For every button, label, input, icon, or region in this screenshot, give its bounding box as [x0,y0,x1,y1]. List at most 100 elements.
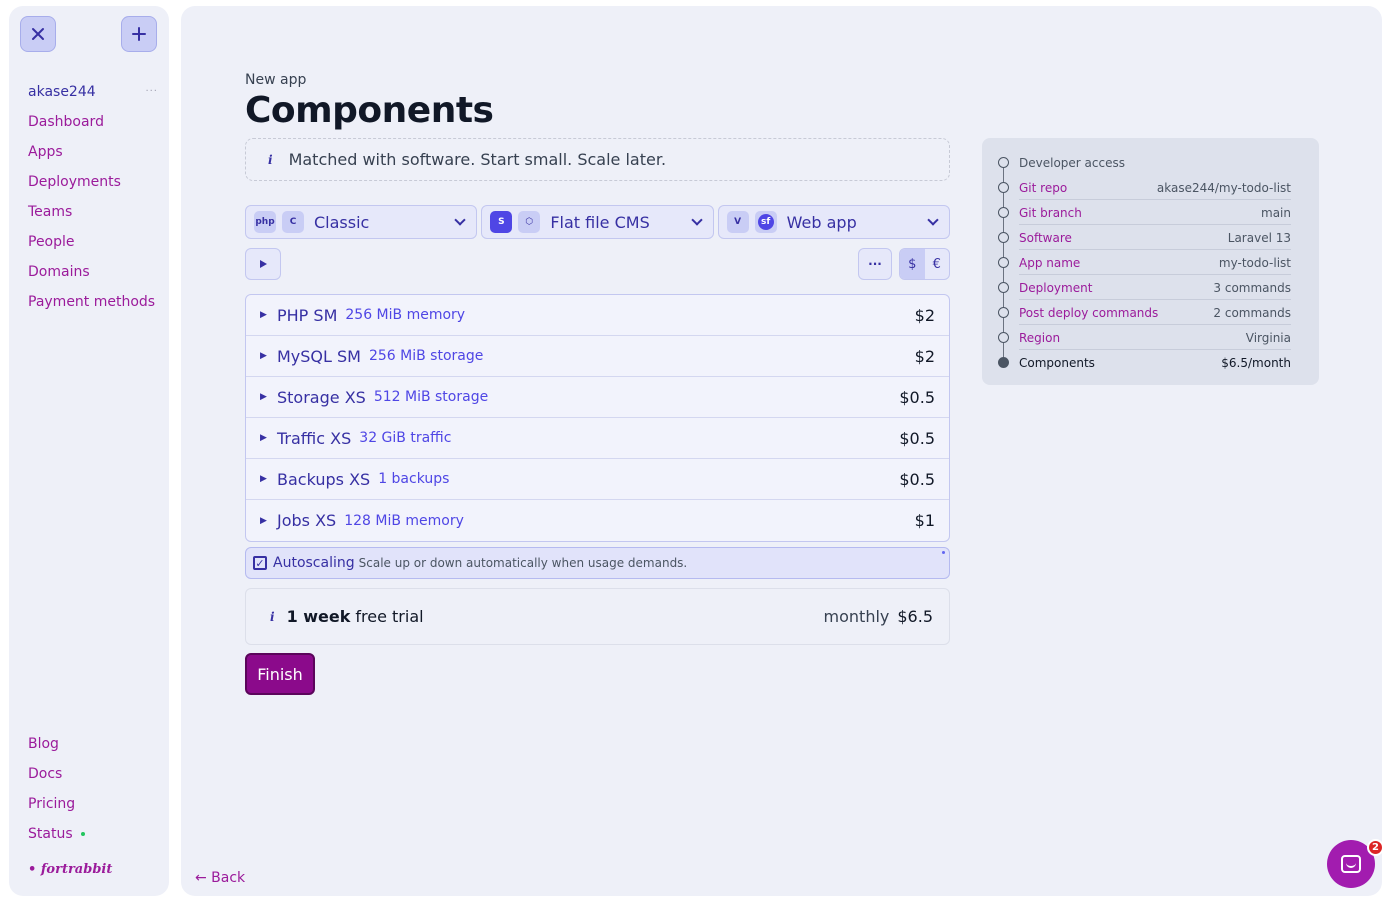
user-menu-icon[interactable]: ··· [145,77,158,107]
component-row[interactable]: ▶ MySQL SM 256 MiB storage $2 [246,336,949,377]
preset-selects: php C Classic S ⬡ Flat file CMS V sf Web… [245,205,950,239]
chevron-down-icon [454,214,466,226]
summary-link-git-repo[interactable]: Git repo [1019,181,1067,195]
component-row[interactable]: ▶ PHP SM 256 MiB memory $2 [246,295,949,336]
step-circle-icon [998,232,1009,243]
component-detail: 256 MiB memory [345,307,466,323]
laravel-icon: V [726,211,749,233]
summary-value: main [1261,205,1291,220]
summary-row-region: Region Virginia [997,325,1291,350]
sidebar-item-dashboard[interactable]: Dashboard [28,107,158,137]
play-icon [259,260,267,268]
sidebar-user[interactable]: akase244 ··· [28,77,158,107]
info-icon: i [268,152,273,167]
step-circle-icon [998,157,1009,168]
component-price: $2 [914,305,935,325]
expand-triangle-icon: ▶ [260,392,267,402]
step-circle-icon [998,182,1009,193]
component-name: Traffic XS [277,428,352,448]
select-flat-file-cms-label: Flat file CMS [550,212,650,232]
autoscaling-label[interactable]: Autoscaling [273,555,355,571]
footer-link-docs[interactable]: Docs [28,759,158,789]
close-button[interactable] [20,16,56,52]
expand-triangle-icon: ▶ [260,474,267,484]
trial-summary: i 1 week free trial monthly $6.5 [245,588,950,645]
component-name: Storage XS [277,387,366,407]
sidebar-item-deployments[interactable]: Deployments [28,167,158,197]
symfony-icon-glyph: sf [757,214,774,230]
component-price: $2 [914,346,935,366]
finish-button[interactable]: Finish [245,653,315,695]
expand-triangle-icon: ▶ [260,433,267,443]
sidebar-item-teams[interactable]: Teams [28,197,158,227]
add-button[interactable] [121,16,157,52]
c-icon: C [282,211,304,233]
summary-value: Laravel 13 [1227,230,1291,245]
component-name: Jobs XS [277,511,337,530]
sidebar-item-domains[interactable]: Domains [28,257,158,287]
billing-cycle: monthly [823,607,890,626]
footer-link-status[interactable]: Status [28,819,158,849]
summary-value: 2 commands [1213,305,1291,320]
sidebar-item-payment-methods[interactable]: Payment methods [28,287,158,317]
expand-all-button[interactable] [245,248,281,280]
summary-label: Developer access [1019,155,1125,170]
component-price: $0.5 [899,469,935,489]
summary-label-current: Components [1019,355,1095,370]
component-price: $0.5 [899,428,935,448]
summary-value: 3 commands [1213,280,1291,295]
sidebar-nav: akase244 ··· Dashboard Apps Deployments … [28,77,158,317]
info-icon: i [270,609,275,624]
corner-dot-icon [942,551,945,554]
step-circle-icon [998,257,1009,268]
component-row[interactable]: ▶ Storage XS 512 MiB storage $0.5 [246,377,949,418]
breadcrumb: New app [245,72,307,88]
summary-row-developer-access: Developer access [997,150,1291,175]
component-name: PHP SM [277,305,338,325]
currency-toggle: $ € [899,248,950,280]
footer-link-blog[interactable]: Blog [28,729,158,759]
summary-row-git-repo: Git repo akase244/my-todo-list [997,175,1291,200]
autoscaling-option: ✓ Autoscaling Scale up or down automatic… [245,547,950,579]
component-price: $1 [914,511,935,530]
main-panel: New app Components i Matched with softwa… [181,6,1382,896]
total-price: $6.5 [897,607,933,626]
trial-label: free trial [355,607,424,626]
sidebar-item-people[interactable]: People [28,227,158,257]
summary-row-git-branch: Git branch main [997,200,1291,225]
more-options-button[interactable]: ··· [858,248,892,280]
component-detail: 512 MiB storage [373,389,489,405]
info-banner: i Matched with software. Start small. Sc… [245,138,950,181]
autoscaling-checkbox[interactable]: ✓ [253,556,267,570]
sidebar: akase244 ··· Dashboard Apps Deployments … [9,6,169,896]
select-web-app[interactable]: V sf Web app [717,205,950,239]
summary-link-software[interactable]: Software [1019,231,1072,245]
component-detail: 128 MiB memory [344,512,464,529]
currency-usd-button[interactable]: $ [900,249,925,279]
component-row[interactable]: ▶ Jobs XS 128 MiB memory $1 [246,500,949,541]
summary-link-app-name[interactable]: App name [1019,256,1080,270]
expand-triangle-icon: ▶ [260,310,267,320]
step-circle-icon [998,307,1009,318]
summary-link-post-deploy-commands[interactable]: Post deploy commands [1019,306,1158,320]
components-list: ▶ PHP SM 256 MiB memory $2 ▶ MySQL SM 25… [245,294,950,542]
component-detail: 32 GiB traffic [359,430,452,446]
select-flat-file-cms[interactable]: S ⬡ Flat file CMS [481,205,714,239]
component-row[interactable]: ▶ Backups XS 1 backups $0.5 [246,459,949,500]
step-current-icon [998,357,1009,368]
summary-link-git-branch[interactable]: Git branch [1019,206,1082,220]
sidebar-item-apps[interactable]: Apps [28,137,158,167]
summary-link-deployment[interactable]: Deployment [1019,281,1092,295]
php-icon: php [254,211,276,233]
component-row[interactable]: ▶ Traffic XS 32 GiB traffic $0.5 [246,418,949,459]
footer-link-pricing[interactable]: Pricing [28,789,158,819]
currency-eur-button[interactable]: € [925,249,950,279]
status-indicator-icon [80,832,85,836]
brand-logo[interactable]: • fortrabbit [28,862,112,877]
back-link[interactable]: ← Back [195,870,245,886]
summary-link-region[interactable]: Region [1019,331,1060,345]
select-classic[interactable]: php C Classic [245,205,478,239]
statamic-icon: S [490,211,513,233]
step-circle-icon [998,332,1009,343]
status-label: Status [28,826,73,842]
